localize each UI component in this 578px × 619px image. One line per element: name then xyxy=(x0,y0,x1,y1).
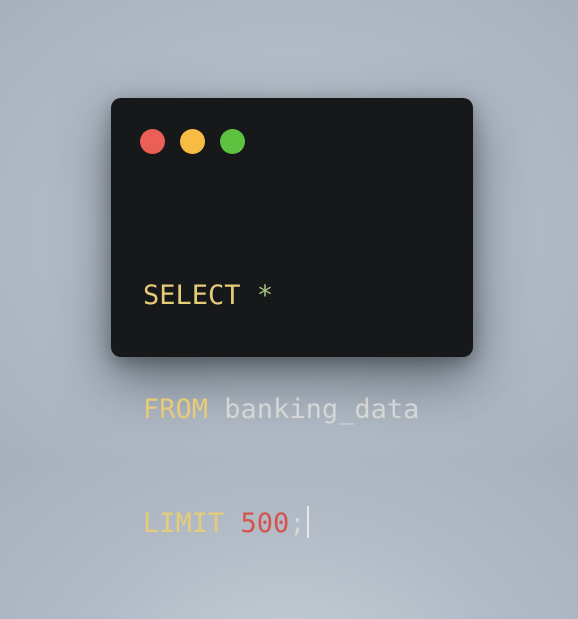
text-cursor xyxy=(306,506,309,538)
maximize-button[interactable] xyxy=(220,129,245,154)
minimize-button[interactable] xyxy=(180,129,205,154)
code-line-1: SELECT * xyxy=(143,277,419,315)
code-window: SELECT * FROM banking_data LIMIT 500; xyxy=(111,98,473,539)
sql-keyword-select: SELECT xyxy=(143,280,241,311)
sql-keyword-limit: LIMIT xyxy=(143,508,225,539)
code-line-2: FROM banking_data xyxy=(143,391,419,429)
code-editor[interactable]: SELECT * FROM banking_data LIMIT 500; xyxy=(143,201,419,619)
sql-table-name: banking_data xyxy=(224,394,420,425)
sql-keyword-from: FROM xyxy=(143,394,209,425)
sql-terminator: ; xyxy=(289,508,306,539)
code-line-3: LIMIT 500; xyxy=(143,505,419,543)
window-controls xyxy=(140,129,245,154)
close-button[interactable] xyxy=(140,129,165,154)
sql-wildcard: * xyxy=(256,280,274,311)
sql-limit-value: 500 xyxy=(240,508,290,539)
